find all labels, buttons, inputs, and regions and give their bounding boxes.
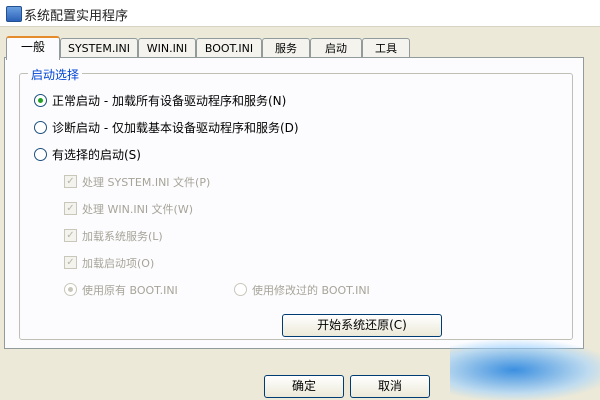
load-system-services-label: 加载系统服务(L): [82, 230, 163, 243]
diagnostic-startup-label: 诊断启动 - 仅加载基本设备驱动程序和服务(D): [52, 121, 299, 135]
use-original-boot-ini-radio[interactable]: [64, 283, 77, 296]
process-win-ini-checkbox[interactable]: ✓: [64, 202, 77, 215]
use-original-boot-ini-option[interactable]: 使用原有 BOOT.INI: [64, 281, 178, 299]
diagnostic-startup-option[interactable]: 诊断启动 - 仅加载基本设备驱动程序和服务(D): [34, 119, 299, 137]
use-modified-boot-ini-option[interactable]: 使用修改过的 BOOT.INI: [234, 281, 370, 299]
normal-startup-option[interactable]: 正常启动 - 加载所有设备驱动程序和服务(N): [34, 92, 286, 110]
system-restore-button[interactable]: 开始系统还原(C): [282, 314, 442, 337]
tab-services[interactable]: 服务: [262, 38, 310, 58]
process-system-ini-label: 处理 SYSTEM.INI 文件(P): [82, 176, 211, 189]
normal-startup-radio[interactable]: [34, 94, 47, 107]
ok-button[interactable]: 确定: [264, 375, 344, 398]
normal-startup-label: 正常启动 - 加载所有设备驱动程序和服务(N): [52, 94, 287, 108]
selective-startup-label: 有选择的启动(S): [52, 148, 141, 162]
use-original-boot-ini-label: 使用原有 BOOT.INI: [82, 284, 178, 297]
selective-startup-option[interactable]: 有选择的启动(S): [34, 146, 141, 164]
startup-selection-group: 启动选择 正常启动 - 加载所有设备驱动程序和服务(N) 诊断启动 - 仅加载基…: [19, 66, 573, 340]
tab-system-ini[interactable]: SYSTEM.INI: [60, 38, 138, 58]
process-win-ini-option[interactable]: ✓ 处理 WIN.INI 文件(W): [64, 200, 193, 218]
load-startup-items-label: 加载启动项(O): [82, 257, 155, 270]
use-modified-boot-ini-label: 使用修改过的 BOOT.INI: [252, 284, 370, 297]
tab-boot-ini[interactable]: BOOT.INI: [196, 38, 262, 58]
load-system-services-option[interactable]: ✓ 加载系统服务(L): [64, 227, 163, 245]
tab-tools[interactable]: 工具: [362, 38, 410, 58]
tab-startup[interactable]: 启动: [310, 38, 362, 58]
msconfig-icon: [6, 6, 22, 22]
title-bar: 系统配置实用程序: [0, 0, 600, 27]
use-modified-boot-ini-radio[interactable]: [234, 283, 247, 296]
general-panel: 启动选择 正常启动 - 加载所有设备驱动程序和服务(N) 诊断启动 - 仅加载基…: [4, 57, 584, 349]
diagnostic-startup-radio[interactable]: [34, 121, 47, 134]
tab-general[interactable]: 一般: [6, 36, 60, 60]
window-title: 系统配置实用程序: [24, 9, 129, 24]
process-win-ini-label: 处理 WIN.INI 文件(W): [82, 203, 194, 216]
tab-win-ini[interactable]: WIN.INI: [138, 38, 196, 58]
load-startup-items-checkbox[interactable]: ✓: [64, 256, 77, 269]
process-system-ini-checkbox[interactable]: ✓: [64, 175, 77, 188]
load-system-services-checkbox[interactable]: ✓: [64, 229, 77, 242]
cancel-button[interactable]: 取消: [350, 375, 430, 398]
selective-startup-radio[interactable]: [34, 148, 47, 161]
startup-selection-legend: 启动选择: [28, 66, 83, 83]
load-startup-items-option[interactable]: ✓ 加载启动项(O): [64, 254, 154, 272]
process-system-ini-option[interactable]: ✓ 处理 SYSTEM.INI 文件(P): [64, 173, 210, 191]
watermark-blob: [450, 340, 600, 400]
